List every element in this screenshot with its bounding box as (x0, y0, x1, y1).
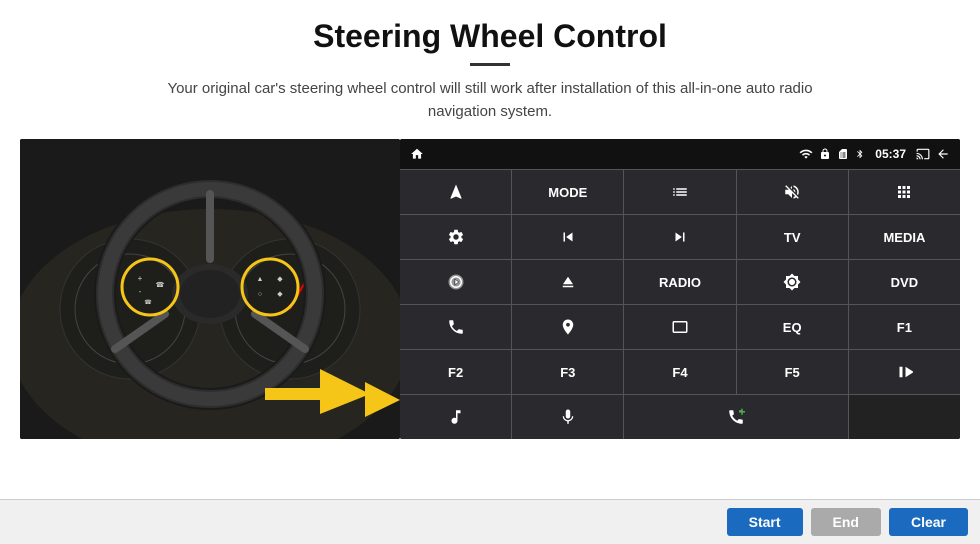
svg-text:○: ○ (258, 291, 262, 298)
nav-button[interactable] (400, 170, 511, 214)
start-button[interactable]: Start (727, 508, 803, 536)
bottom-action-bar: Start End Clear (0, 499, 980, 544)
svg-text:☎: ☎ (156, 281, 165, 289)
steering-wheel-image: + - ☎ ☎ ▲ ◆ ○ ◆ (20, 139, 400, 439)
title-divider (470, 63, 510, 66)
page-wrapper: Steering Wheel Control Your original car… (0, 0, 980, 544)
dvd-button[interactable]: DVD (849, 260, 960, 304)
360-button[interactable] (400, 260, 511, 304)
f4-button[interactable]: F4 (624, 350, 735, 394)
mic-button[interactable] (512, 395, 623, 439)
call-button[interactable] (624, 395, 847, 439)
back-icon (936, 147, 950, 161)
svg-text:◆: ◆ (277, 291, 283, 298)
content-area: + - ☎ ☎ ▲ ◆ ○ ◆ (20, 139, 960, 439)
status-left (410, 147, 424, 161)
f3-button[interactable]: F3 (512, 350, 623, 394)
home-icon (410, 147, 424, 161)
subtitle: Your original car's steering wheel contr… (140, 78, 840, 123)
phone-button[interactable] (400, 305, 511, 349)
f5-button[interactable]: F5 (737, 350, 848, 394)
screen-button[interactable] (624, 305, 735, 349)
mode-button[interactable]: MODE (512, 170, 623, 214)
list-button[interactable] (624, 170, 735, 214)
svg-text:☎: ☎ (144, 299, 152, 306)
svg-text:▲: ▲ (257, 276, 264, 283)
f2-button[interactable]: F2 (400, 350, 511, 394)
wifi-icon (799, 147, 813, 161)
end-button[interactable]: End (811, 508, 881, 536)
music-button[interactable] (400, 395, 511, 439)
svg-text:◆: ◆ (277, 276, 283, 283)
lock-icon (819, 148, 831, 160)
cast-icon (916, 147, 930, 161)
eq-button[interactable]: EQ (737, 305, 848, 349)
sim-icon (837, 148, 849, 160)
svg-text:-: - (139, 287, 142, 296)
radio-button[interactable]: RADIO (624, 260, 735, 304)
mute-button[interactable] (737, 170, 848, 214)
clear-button[interactable]: Clear (889, 508, 968, 536)
brightness-button[interactable] (737, 260, 848, 304)
tv-button[interactable]: TV (737, 215, 848, 259)
android-panel: 05:37 MODE (400, 139, 960, 439)
settings-button[interactable] (400, 215, 511, 259)
status-time: 05:37 (875, 147, 906, 161)
title-section: Steering Wheel Control Your original car… (20, 18, 960, 139)
apps-button[interactable] (849, 170, 960, 214)
media-button[interactable]: MEDIA (849, 215, 960, 259)
prev-button[interactable] (512, 215, 623, 259)
page-title: Steering Wheel Control (20, 18, 960, 55)
button-grid: MODE (400, 169, 960, 439)
empty-button (849, 395, 960, 439)
svg-text:+: + (138, 274, 143, 283)
eject-button[interactable] (512, 260, 623, 304)
playpause-button[interactable] (849, 350, 960, 394)
gps-button[interactable] (512, 305, 623, 349)
next-button[interactable] (624, 215, 735, 259)
f1-button[interactable]: F1 (849, 305, 960, 349)
bluetooth-icon (855, 147, 865, 161)
status-right: 05:37 (799, 147, 950, 161)
status-bar: 05:37 (400, 139, 960, 169)
